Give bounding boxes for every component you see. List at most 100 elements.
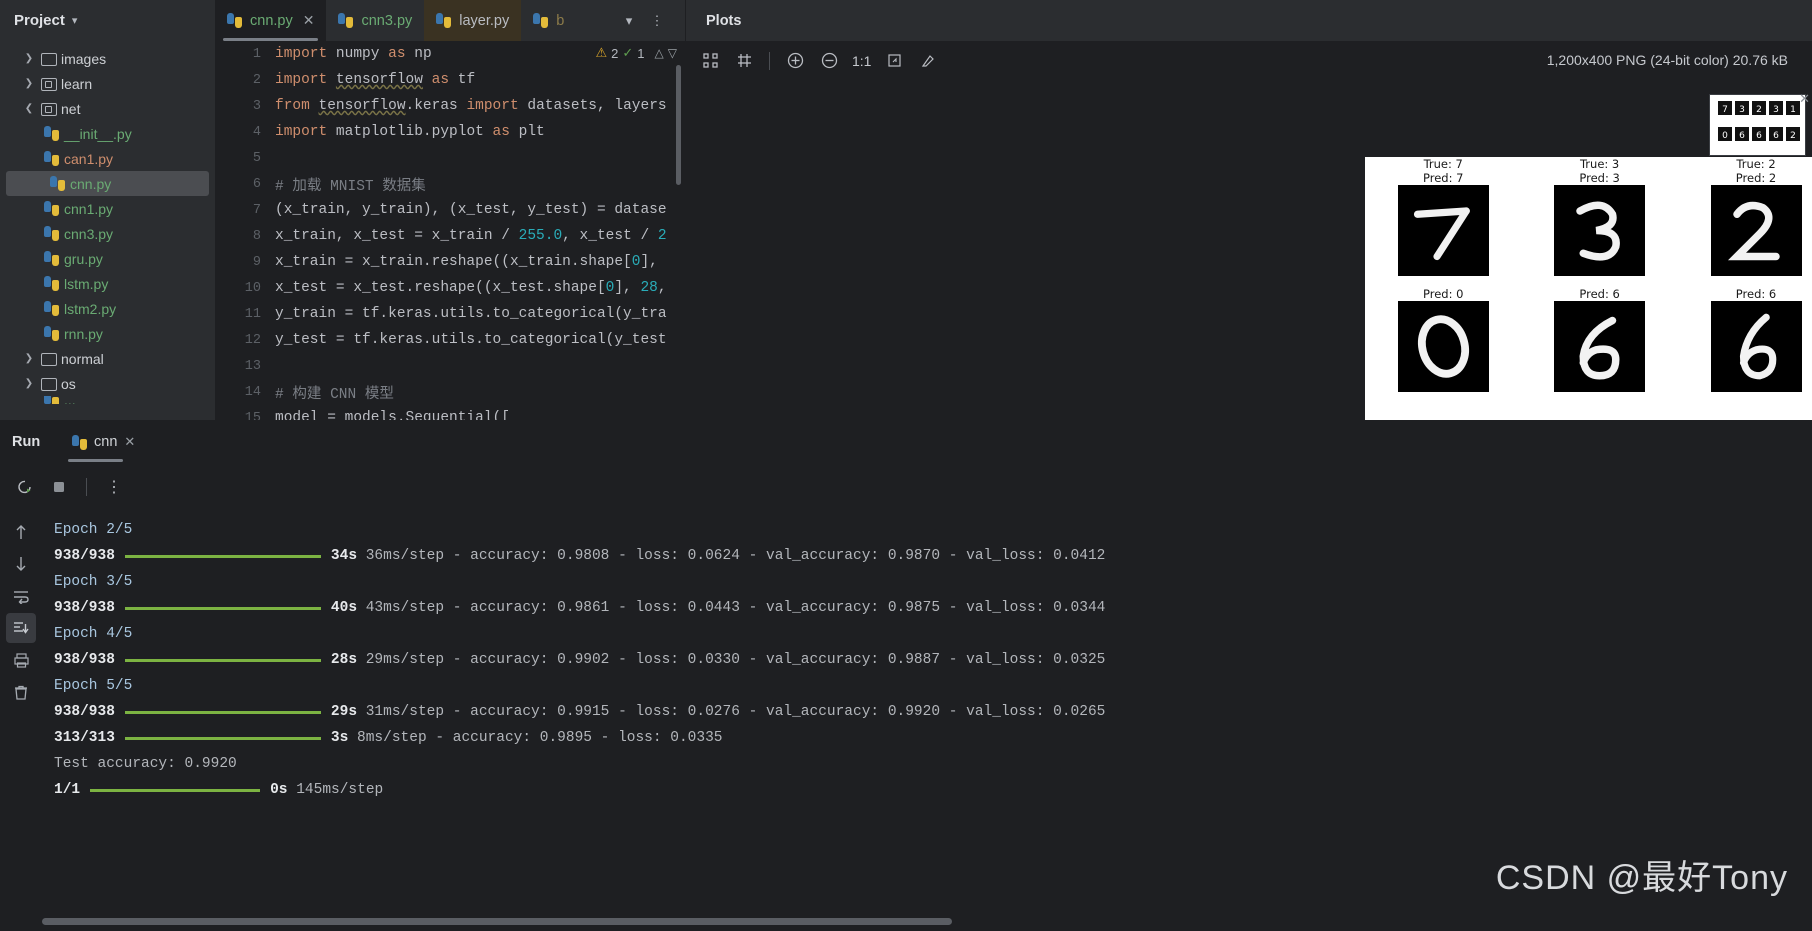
tab-cnn-py[interactable]: cnn.py ✕ xyxy=(215,0,327,41)
stop-icon[interactable] xyxy=(44,473,74,501)
digit-column-1: True: 7 Pred: 7 Pred: 0 xyxy=(1365,157,1521,423)
tab-label: b xyxy=(556,12,565,29)
fit-to-window-icon[interactable] xyxy=(879,47,909,75)
line-number: 12 xyxy=(244,332,261,348)
tree-item-cnn1-py[interactable]: cnn1.py xyxy=(0,196,215,221)
project-dropdown[interactable]: Project ▾ xyxy=(0,0,215,41)
svg-text:3: 3 xyxy=(1739,105,1745,115)
step-count: 938/938 xyxy=(54,704,115,720)
console-line: 938/938 34s 36ms/step - accuracy: 0.9808… xyxy=(42,543,1812,569)
print-icon[interactable] xyxy=(6,645,36,675)
tree-item-cnn3-py[interactable]: cnn3.py xyxy=(0,221,215,246)
tree-item-cnn-py[interactable]: cnn.py xyxy=(6,171,209,196)
close-icon[interactable]: ✕ xyxy=(303,12,315,29)
step-count: 313/313 xyxy=(54,730,115,746)
layout-grid-icon[interactable] xyxy=(695,47,725,75)
close-icon[interactable]: ✕ xyxy=(124,434,135,450)
code-line-14: # 构建 CNN 模型 xyxy=(275,386,394,403)
digit-grid: True: 7 Pred: 7 Pred: 0 True: 3 Pred: 3 … xyxy=(1365,157,1812,423)
actual-size-button[interactable]: 1:1 xyxy=(848,53,875,69)
tree-item-init-py[interactable]: __init__.py xyxy=(0,121,215,146)
rerun-icon[interactable] xyxy=(10,473,40,501)
chevron-right-icon: ❯ xyxy=(24,78,34,89)
plots-panel-header: Plots xyxy=(685,0,1812,41)
zoom-in-icon[interactable] xyxy=(780,47,810,75)
tree-item-gru-py[interactable]: gru.py xyxy=(0,246,215,271)
progress-bar xyxy=(124,710,321,714)
tree-item-label: net xyxy=(61,100,81,117)
python-file-icon xyxy=(44,201,59,216)
svg-text:6: 6 xyxy=(1773,131,1779,141)
console-line: 938/938 28s 29ms/step - accuracy: 0.9902… xyxy=(42,647,1812,673)
python-file-icon xyxy=(44,326,59,341)
progress-bar xyxy=(124,606,321,610)
more-vertical-icon[interactable]: ⋮ xyxy=(99,473,129,501)
tree-item-label: learn xyxy=(61,75,93,92)
console-line: Epoch 2/5 xyxy=(42,517,1812,543)
inspection-status[interactable]: ⚠ 2 ✓ 1 △ ▽ xyxy=(596,45,678,61)
tree-item-normal[interactable]: ❯ normal xyxy=(0,346,215,371)
more-vertical-icon[interactable]: ⋮ xyxy=(644,8,670,34)
code-line-8: x_train, x_test = x_train / 255.0, x_tes… xyxy=(275,228,667,244)
run-tab-cnn[interactable]: cnn ✕ xyxy=(62,420,145,464)
line-number: 7 xyxy=(252,202,261,218)
tab-label: cnn.py xyxy=(250,12,293,29)
tree-item-lstm-py[interactable]: lstm.py xyxy=(0,271,215,296)
tree-item-can1-py[interactable]: can1.py xyxy=(0,146,215,171)
scroll-down-icon[interactable] xyxy=(6,549,36,579)
python-file-icon xyxy=(44,251,59,266)
line-number: 2 xyxy=(252,72,261,88)
scroll-up-icon[interactable] xyxy=(6,517,36,547)
chevron-down-icon[interactable]: ▽ xyxy=(668,46,677,60)
chevron-down-icon[interactable]: ▾ xyxy=(616,8,642,34)
zoom-out-icon[interactable] xyxy=(814,47,844,75)
code-line-4: import matplotlib.pyplot as plt xyxy=(275,124,545,140)
tree-item-images[interactable]: ❯ images xyxy=(0,46,215,71)
digit-image-6 xyxy=(1554,301,1646,392)
soft-wrap-icon[interactable] xyxy=(6,581,36,611)
clear-all-icon[interactable] xyxy=(6,677,36,707)
duration: 3s xyxy=(330,730,349,746)
toolbar-divider xyxy=(86,477,87,496)
tab-label: layer.py xyxy=(459,12,510,29)
tree-item-os[interactable]: ❯ os xyxy=(0,371,215,396)
close-icon[interactable]: ✕ xyxy=(1799,91,1810,107)
tab-layer-py[interactable]: layer.py xyxy=(424,0,522,41)
editor-scrollbar[interactable] xyxy=(676,65,681,185)
console-line: 938/938 40s 43ms/step - accuracy: 0.9861… xyxy=(42,595,1812,621)
tree-item-learn[interactable]: ❯ learn xyxy=(0,71,215,96)
metrics: 36ms/step - accuracy: 0.9808 - loss: 0.0… xyxy=(365,548,1106,564)
tree-item-partial[interactable]: ... xyxy=(0,396,215,404)
epoch-label: Epoch 5/5 xyxy=(54,678,133,694)
tree-item-net[interactable]: ❮ net xyxy=(0,96,215,121)
watermark: CSDN @最好Tony xyxy=(1495,859,1788,897)
tree-item-lstm2-py[interactable]: lstm2.py xyxy=(0,296,215,321)
run-panel-title: Run xyxy=(12,434,41,450)
tree-item-label: images xyxy=(61,50,107,67)
project-tree[interactable]: ❯ images ❯ learn ❮ net __init__.py can1.… xyxy=(0,41,215,420)
plot-image: True: 7 Pred: 7 Pred: 0 True: 3 Pred: 3 … xyxy=(1365,157,1812,423)
image-info-label: 1,200x400 PNG (24-bit color) 20.76 kB xyxy=(1546,52,1788,68)
plot-thumbnail[interactable]: 7 3 2 3 1 0 6 6 6 2 xyxy=(1709,94,1806,156)
tree-item-rnn-py[interactable]: rnn.py xyxy=(0,321,215,346)
plots-title: Plots xyxy=(706,12,742,29)
step-count: 938/938 xyxy=(54,548,115,564)
scroll-to-end-icon[interactable] xyxy=(6,613,36,643)
run-side-toolbar xyxy=(0,509,42,931)
tab-cnn3-py[interactable]: cnn3.py xyxy=(326,0,424,41)
console-line: Epoch 3/5 xyxy=(42,569,1812,595)
line-number: 9 xyxy=(252,254,261,270)
python-file-icon xyxy=(44,396,59,404)
duration: 29s xyxy=(330,704,358,720)
grid-toggle-icon[interactable] xyxy=(729,47,759,75)
line-number: 15 xyxy=(244,410,261,421)
progress-bar xyxy=(124,736,321,740)
svg-text:7: 7 xyxy=(1722,105,1728,115)
digit-column-3: True: 2 Pred: 2 Pred: 6 xyxy=(1678,157,1812,423)
python-file-icon xyxy=(436,13,452,28)
chevron-up-icon[interactable]: △ xyxy=(655,46,664,60)
color-picker-icon[interactable] xyxy=(913,47,943,75)
console-horizontal-scrollbar[interactable] xyxy=(42,918,952,925)
code-editor[interactable]: ⚠ 2 ✓ 1 △ ▽ 1 import numpy as np 2 import … xyxy=(215,41,685,420)
tab-b-partial[interactable]: b xyxy=(521,0,564,41)
